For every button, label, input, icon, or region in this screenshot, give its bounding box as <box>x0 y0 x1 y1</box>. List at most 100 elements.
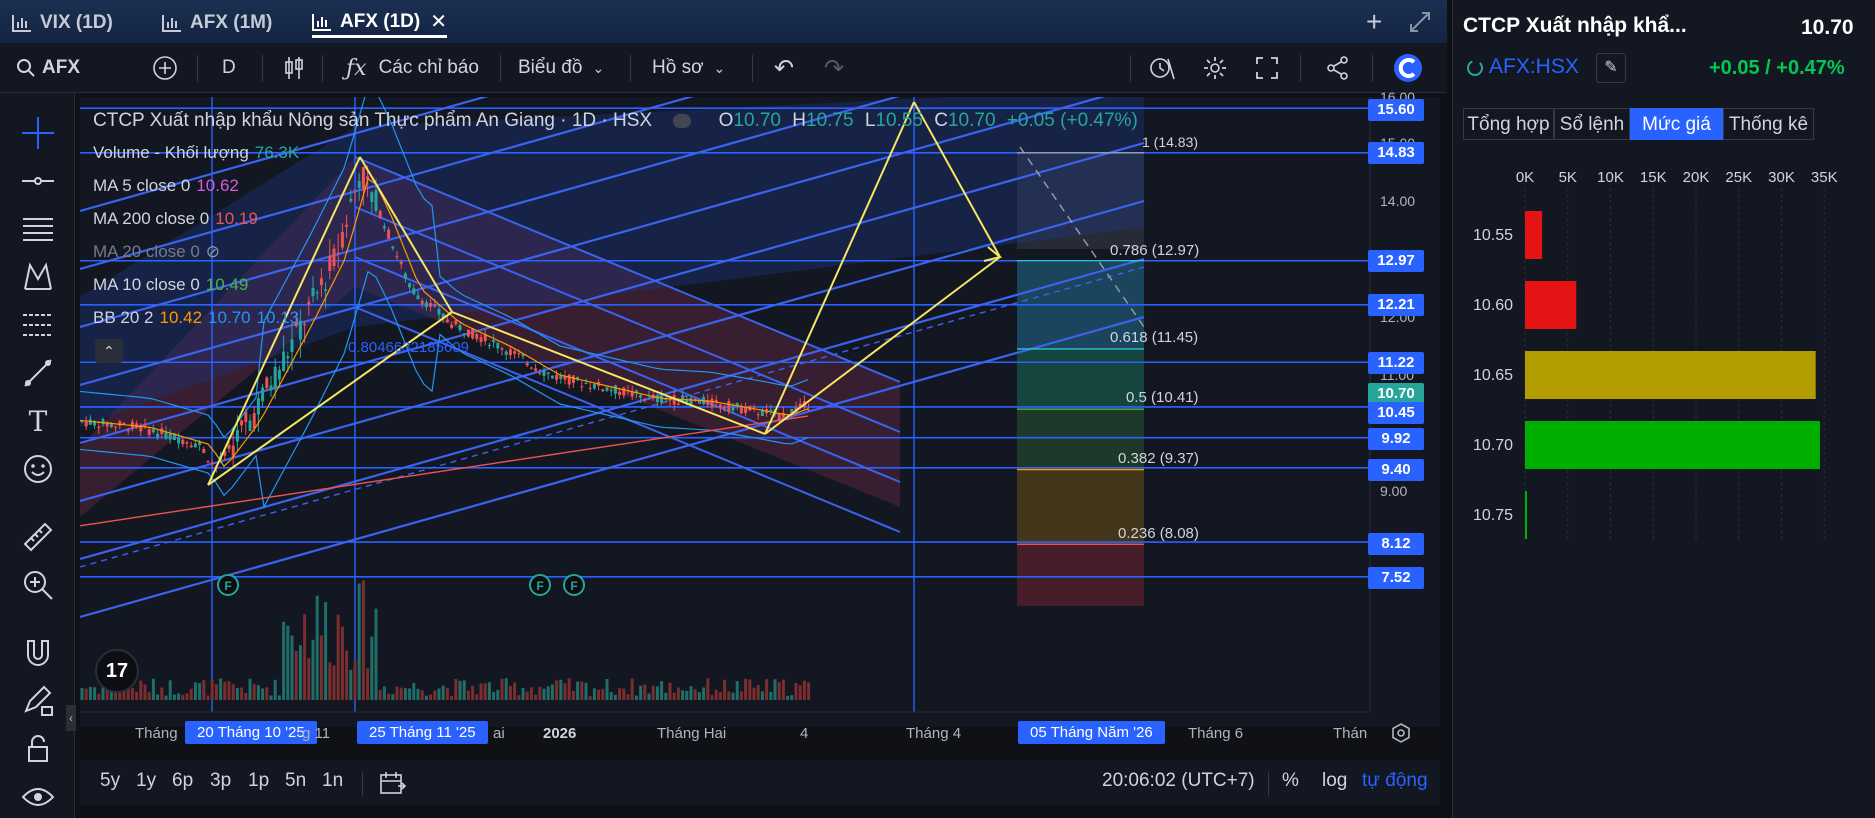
close-icon[interactable]: ✕ <box>430 9 447 34</box>
candle-body <box>668 399 672 401</box>
legend-bb[interactable]: BB 20 2 10.42 10.70 10.13 <box>93 308 299 328</box>
percent-toggle[interactable]: % <box>1282 770 1299 792</box>
tradingview-logo[interactable]: 17 <box>95 649 139 693</box>
ruler-icon[interactable] <box>20 519 56 555</box>
redo-icon[interactable]: ↷ <box>824 43 844 93</box>
separator <box>752 55 753 82</box>
zoom-in-icon[interactable] <box>20 567 56 603</box>
symbol-search[interactable]: AFX <box>16 43 80 93</box>
price-level-bar[interactable] <box>1525 281 1577 329</box>
volume-bar <box>760 691 764 700</box>
tab-afx-1m[interactable]: AFX (1M) <box>162 8 272 38</box>
emoji-icon[interactable] <box>20 451 56 487</box>
range-1y[interactable]: 1y <box>136 770 156 792</box>
separator <box>262 55 263 82</box>
tab-summary[interactable]: Tổng hợp <box>1463 108 1554 140</box>
legend-collapse-icon[interactable]: ⌃ <box>95 339 123 363</box>
candle-body <box>240 420 244 426</box>
tab-vix-1d[interactable]: VIX (1D) <box>12 8 113 38</box>
range-3p[interactable]: 3p <box>210 770 231 792</box>
indicators-button[interactable]: ƒx Các chỉ báo <box>346 43 479 93</box>
candles-icon[interactable] <box>282 55 306 81</box>
volume-bar <box>542 688 546 700</box>
drawing-text: 0.8046632185609 <box>348 339 469 356</box>
price-level-bar[interactable] <box>1525 421 1820 469</box>
volume-bar <box>450 695 454 700</box>
profile-dropdown[interactable]: Hồ sơ ⌄ <box>652 43 725 93</box>
low-value: 10.55 <box>875 110 923 131</box>
price-level-bar[interactable] <box>1525 351 1816 399</box>
fullscreen-icon[interactable] <box>1254 55 1280 81</box>
legend-toggle-icon[interactable] <box>673 113 692 128</box>
alert-clock-icon[interactable] <box>1148 55 1176 81</box>
hidden-eye-icon[interactable]: ⊘ <box>206 242 220 261</box>
crosshair-icon[interactable] <box>20 115 56 151</box>
undo-icon[interactable]: ↶ <box>774 43 794 93</box>
settings-hex-icon[interactable] <box>1390 722 1412 744</box>
add-tab-icon[interactable]: + <box>1366 6 1382 38</box>
tab-statistics[interactable]: Thống kê <box>1723 108 1814 140</box>
volume-bar <box>303 614 307 700</box>
log-toggle[interactable]: log <box>1322 770 1347 792</box>
legend-ma20[interactable]: MA 20 close 0 ⊘ <box>93 242 220 262</box>
candle-body <box>370 192 374 203</box>
horizontal-line-icon[interactable] <box>20 163 56 199</box>
legend-ma200[interactable]: MA 200 close 0 10.19 <box>93 209 258 229</box>
collapse-handle[interactable]: ‹ <box>66 705 76 731</box>
financial-marker-label: F <box>224 579 231 593</box>
bb-label: BB 20 2 <box>93 308 154 327</box>
candle-body <box>807 409 811 411</box>
auto-toggle[interactable]: tự động <box>1362 770 1428 792</box>
fib-icon[interactable] <box>20 307 56 343</box>
price-level-bar[interactable] <box>1525 211 1543 259</box>
ticker-label[interactable]: AFX:HSX <box>1489 55 1579 79</box>
interval-button[interactable]: D <box>222 43 236 93</box>
fib-label-05: 0.5 (10.41) <box>1126 389 1199 406</box>
pencil-lock-icon[interactable] <box>20 683 56 719</box>
price-level-bar[interactable] <box>1525 491 1527 539</box>
volume-bar <box>433 690 437 700</box>
share-icon[interactable] <box>1325 55 1351 81</box>
add-symbol-icon[interactable] <box>152 55 178 81</box>
tab-price-levels[interactable]: Mức giá <box>1630 108 1723 140</box>
legend-ma5[interactable]: MA 5 close 0 10.62 <box>93 176 239 196</box>
brush-icon[interactable] <box>20 355 56 391</box>
chart-type-dropdown[interactable]: Biểu đồ ⌄ <box>518 43 604 93</box>
volume-bar <box>462 680 466 700</box>
expand-icon[interactable] <box>1408 10 1432 34</box>
pattern-icon[interactable] <box>20 259 56 295</box>
lock-icon[interactable] <box>20 731 56 767</box>
volume-bar <box>685 690 689 700</box>
volume-bar <box>416 688 420 700</box>
eye-icon[interactable] <box>20 779 56 815</box>
time-marker: 25 Tháng 11 '25 <box>357 721 488 744</box>
volume-bar <box>613 694 617 700</box>
tab-order-book[interactable]: Sổ lệnh <box>1554 108 1630 140</box>
range-6p[interactable]: 6p <box>172 770 193 792</box>
volume-bar <box>655 686 659 700</box>
calendar-icon[interactable] <box>378 770 406 796</box>
brand-logo-icon[interactable] <box>1392 52 1424 84</box>
chart-pane[interactable]: F F F CTCP Xuất nhập khẩu Nông sản Thực ph… <box>80 89 1440 744</box>
range-5y[interactable]: 5y <box>100 770 120 792</box>
range-5n[interactable]: 5n <box>285 770 306 792</box>
legend-ma10[interactable]: MA 10 close 0 10.49 <box>93 275 248 295</box>
magnet-icon[interactable] <box>20 635 56 671</box>
clock-label[interactable]: 20:06:02 (UTC+7) <box>1102 770 1255 792</box>
range-1n[interactable]: 1n <box>322 770 343 792</box>
candle-body <box>752 406 756 408</box>
x-tick-label: 5K <box>1559 169 1577 186</box>
lines-icon[interactable] <box>20 211 56 247</box>
text-icon[interactable]: T <box>20 403 56 439</box>
gear-icon[interactable] <box>1202 55 1228 81</box>
candle-body <box>723 406 727 409</box>
edit-pencil-icon[interactable]: ✎ <box>1596 53 1626 83</box>
tab-afx-1d[interactable]: AFX (1D) ✕ <box>312 8 447 38</box>
range-1p[interactable]: 1p <box>248 770 269 792</box>
candle-body <box>529 367 533 369</box>
price-chart[interactable]: FFF <box>80 97 1440 757</box>
volume-bar <box>324 602 328 700</box>
legend-volume[interactable]: Volume - Khối lượng 76.3K <box>93 143 299 163</box>
candle-body <box>143 423 147 425</box>
last-price: 10.70 <box>1801 16 1854 39</box>
